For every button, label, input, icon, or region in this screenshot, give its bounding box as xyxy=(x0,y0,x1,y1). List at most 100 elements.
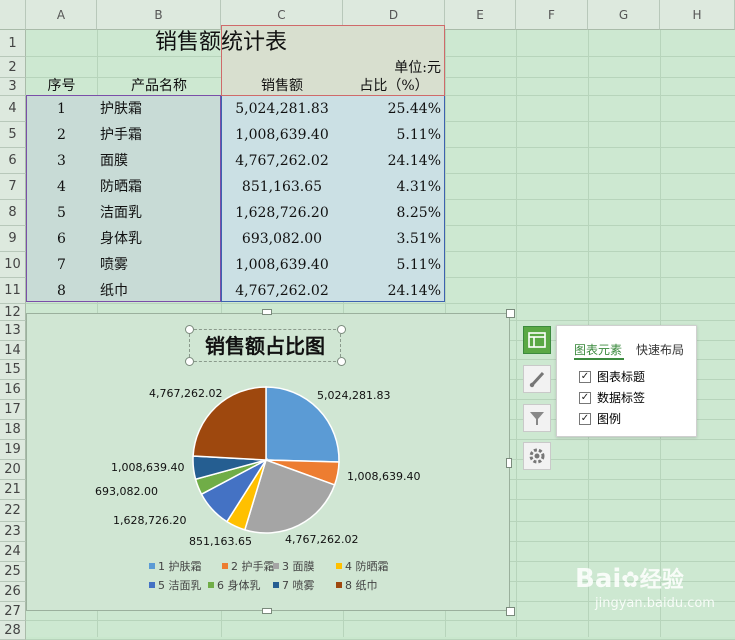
data-label[interactable]: 1,628,726.20 xyxy=(113,514,186,527)
table-cell[interactable]: 25.44% xyxy=(343,96,445,122)
data-label[interactable]: 4,767,262.02 xyxy=(285,533,358,546)
table-cell[interactable]: 1,008,639.40 xyxy=(221,252,343,278)
row-header-13[interactable]: 13 xyxy=(0,321,26,341)
row-header-15[interactable]: 15 xyxy=(0,360,26,380)
table-cell[interactable]: 纸巾 xyxy=(100,278,224,304)
table-cell[interactable]: 3.51% xyxy=(343,226,445,252)
legend-entry[interactable]: 3 面膜 xyxy=(282,560,315,573)
chart-resize-handle[interactable] xyxy=(506,458,512,468)
table-cell[interactable]: 面膜 xyxy=(100,148,224,174)
data-label[interactable]: 693,082.00 xyxy=(95,485,158,498)
tab-chart-elements[interactable]: 图表元素 xyxy=(574,341,622,358)
row-header-4[interactable]: 4 xyxy=(0,96,26,122)
row-header-25[interactable]: 25 xyxy=(0,562,26,582)
table-cell[interactable]: 4,767,262.02 xyxy=(221,148,343,174)
chart-resize-handle[interactable] xyxy=(506,607,515,616)
row-header-14[interactable]: 14 xyxy=(0,341,26,360)
table-cell[interactable]: 1 xyxy=(26,96,97,122)
select-all-corner[interactable] xyxy=(0,0,26,30)
table-cell[interactable]: 2 xyxy=(26,122,97,148)
table-cell[interactable]: 护手霜 xyxy=(100,122,224,148)
row-header-11[interactable]: 11 xyxy=(0,278,26,304)
data-label[interactable]: 1,008,639.40 xyxy=(347,470,420,483)
header-ratio[interactable]: 占比（%） xyxy=(343,77,445,95)
legend-entry[interactable]: 7 喷雾 xyxy=(282,579,315,592)
legend-entry[interactable]: 6 身体乳 xyxy=(217,578,261,592)
data-label[interactable]: 5,024,281.83 xyxy=(317,389,390,402)
column-header-f[interactable]: F xyxy=(516,0,588,30)
option-legend[interactable]: ✓ 图例 xyxy=(579,410,621,427)
data-label[interactable]: 851,163.65 xyxy=(189,535,252,548)
row-header-8[interactable]: 8 xyxy=(0,200,26,226)
table-cell[interactable]: 5.11% xyxy=(343,122,445,148)
checkbox-data-labels[interactable]: ✓ xyxy=(579,391,591,404)
legend-entry[interactable]: 8 纸巾 xyxy=(345,578,378,592)
checkbox-legend[interactable]: ✓ xyxy=(579,412,591,425)
table-cell[interactable]: 24.14% xyxy=(343,148,445,174)
row-header-23[interactable]: 23 xyxy=(0,522,26,542)
row-header-7[interactable]: 7 xyxy=(0,174,26,200)
table-cell[interactable]: 5.11% xyxy=(343,252,445,278)
chart-resize-handle[interactable] xyxy=(262,309,272,315)
row-header-16[interactable]: 16 xyxy=(0,380,26,400)
tab-quick-layout[interactable]: 快速布局 xyxy=(636,341,684,358)
row-header-1[interactable]: 1 xyxy=(0,30,26,57)
row-header-6[interactable]: 6 xyxy=(0,148,26,174)
header-sales[interactable]: 销售额 xyxy=(221,77,343,95)
table-cell[interactable]: 4,767,262.02 xyxy=(221,278,343,304)
chart-filter-button[interactable] xyxy=(523,404,551,432)
table-cell[interactable]: 8 xyxy=(26,278,97,304)
header-seq[interactable]: 序号 xyxy=(26,77,97,95)
chart-resize-handle[interactable] xyxy=(262,608,272,614)
row-header-10[interactable]: 10 xyxy=(0,252,26,278)
table-cell[interactable]: 4.31% xyxy=(343,174,445,200)
legend-entry[interactable]: 1 护肤霜 xyxy=(158,559,202,573)
table-cell[interactable]: 身体乳 xyxy=(100,226,224,252)
column-header-b[interactable]: B xyxy=(97,0,221,30)
row-header-21[interactable]: 21 xyxy=(0,480,26,500)
row-header-17[interactable]: 17 xyxy=(0,400,26,420)
table-cell[interactable]: 护肤霜 xyxy=(100,96,224,122)
table-cell[interactable]: 6 xyxy=(26,226,97,252)
row-header-24[interactable]: 24 xyxy=(0,542,26,562)
unit-label[interactable]: 单位:元 xyxy=(343,59,445,77)
data-label[interactable]: 1,008,639.40 xyxy=(111,461,184,474)
legend-entry[interactable]: 4 防晒霜 xyxy=(345,559,389,573)
column-header-g[interactable]: G xyxy=(588,0,660,30)
chart-resize-handle[interactable] xyxy=(506,309,515,318)
row-header-9[interactable]: 9 xyxy=(0,226,26,252)
row-header-18[interactable]: 18 xyxy=(0,420,26,440)
row-header-2[interactable]: 2 xyxy=(0,57,26,78)
table-cell[interactable]: 3 xyxy=(26,148,97,174)
row-header-5[interactable]: 5 xyxy=(0,122,26,148)
row-header-22[interactable]: 22 xyxy=(0,500,26,522)
row-header-12[interactable]: 12 xyxy=(0,304,26,321)
table-cell[interactable]: 851,163.65 xyxy=(221,174,343,200)
data-label[interactable]: 4,767,262.02 xyxy=(149,387,222,400)
option-data-labels[interactable]: ✓ 数据标签 xyxy=(579,389,645,406)
option-chart-title[interactable]: ✓ 图表标题 xyxy=(579,368,645,385)
table-cell[interactable]: 1,628,726.20 xyxy=(221,200,343,226)
column-header-e[interactable]: E xyxy=(445,0,516,30)
row-header-3[interactable]: 3 xyxy=(0,78,26,96)
table-cell[interactable]: 7 xyxy=(26,252,97,278)
chart-settings-button[interactable] xyxy=(523,442,551,470)
row-header-28[interactable]: 28 xyxy=(0,621,26,640)
column-header-h[interactable]: H xyxy=(660,0,735,30)
table-cell[interactable]: 喷雾 xyxy=(100,252,224,278)
table-cell[interactable]: 5 xyxy=(26,200,97,226)
row-header-26[interactable]: 26 xyxy=(0,582,26,602)
legend-entry[interactable]: 5 洁面乳 xyxy=(158,579,202,592)
chart-elements-button[interactable] xyxy=(523,326,551,354)
table-cell[interactable]: 24.14% xyxy=(343,278,445,304)
table-cell[interactable]: 693,082.00 xyxy=(221,226,343,252)
table-cell[interactable]: 4 xyxy=(26,174,97,200)
table-title[interactable]: 销售额统计表 xyxy=(97,28,345,58)
row-header-19[interactable]: 19 xyxy=(0,440,26,460)
table-cell[interactable]: 8.25% xyxy=(343,200,445,226)
row-header-20[interactable]: 20 xyxy=(0,460,26,480)
row-header-27[interactable]: 27 xyxy=(0,602,26,621)
table-cell[interactable]: 1,008,639.40 xyxy=(221,122,343,148)
header-product[interactable]: 产品名称 xyxy=(97,77,221,95)
table-cell[interactable]: 防晒霜 xyxy=(100,174,224,200)
